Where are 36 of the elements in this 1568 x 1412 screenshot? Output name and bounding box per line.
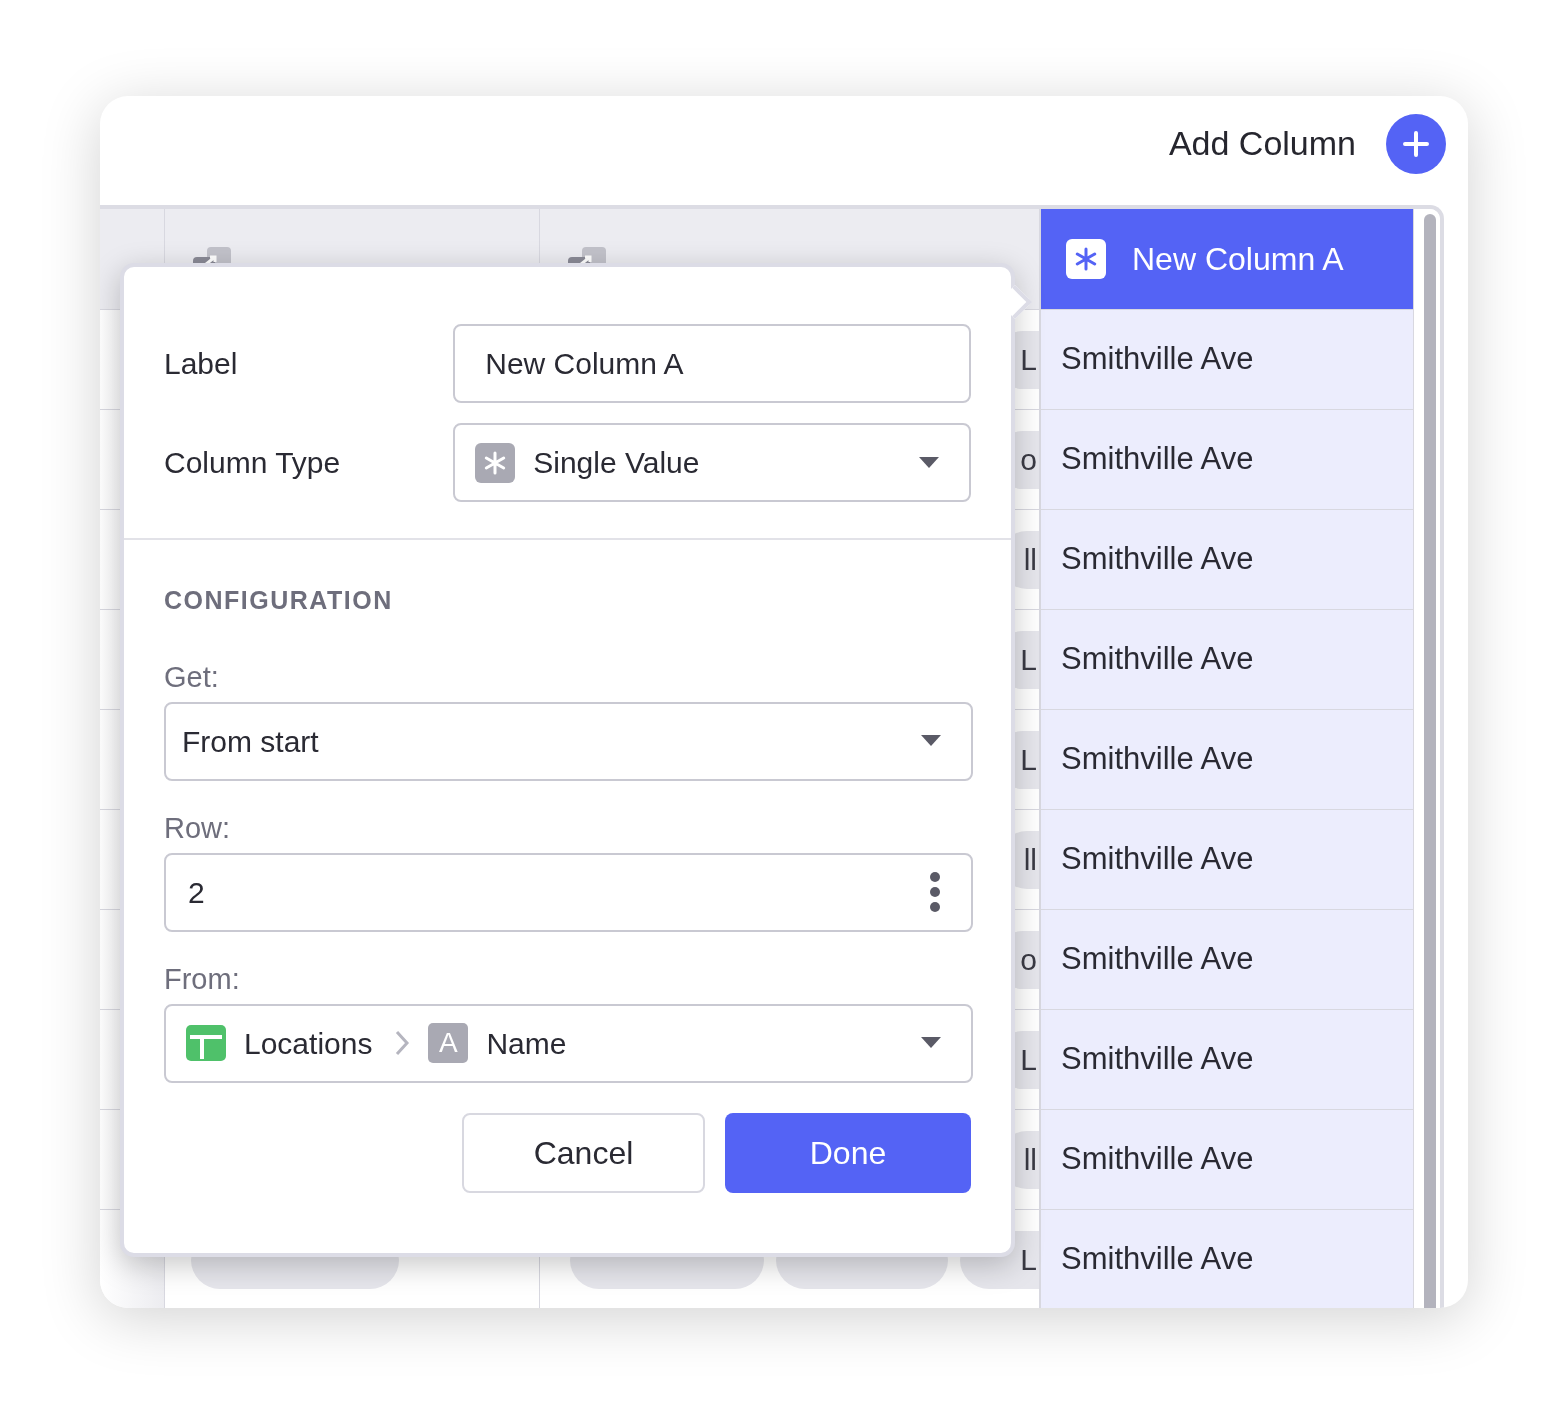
text-type-icon: A bbox=[428, 1023, 469, 1063]
caret-icon bbox=[921, 735, 941, 747]
table-cell-text: Smithville Ave bbox=[1061, 1140, 1254, 1179]
table-cell-text: Smithville Ave bbox=[1061, 440, 1254, 479]
add-column-label: Add Column bbox=[1168, 123, 1356, 164]
dropdown[interactable]: Locations A Name bbox=[164, 1003, 973, 1083]
field-label: Column Type bbox=[164, 445, 342, 481]
table-cell-text: Smithville Ave bbox=[1061, 640, 1254, 679]
caret-icon bbox=[921, 1037, 941, 1049]
input-field[interactable]: New Column A bbox=[453, 324, 971, 403]
field-label: From: bbox=[164, 961, 241, 996]
dropdown[interactable]: From start bbox=[164, 701, 973, 781]
input-field[interactable]: 2 bbox=[164, 852, 973, 932]
table-cell-text: Smithville Ave bbox=[1061, 740, 1254, 779]
cancel-button[interactable]: Cancel bbox=[462, 1112, 705, 1193]
table-cell-text: Smithville Ave bbox=[1061, 940, 1254, 979]
table-icon bbox=[186, 1025, 226, 1061]
scrollbar-thumb[interactable] bbox=[1424, 214, 1436, 1308]
caret-icon bbox=[919, 456, 939, 469]
asterisk-icon bbox=[1066, 239, 1106, 279]
dropdown[interactable]: Single Value bbox=[453, 423, 971, 502]
field-label: Label bbox=[164, 346, 239, 382]
chevron-right-icon bbox=[394, 1029, 411, 1057]
field-label: Get: bbox=[164, 659, 220, 694]
column-header[interactable]: New Column A bbox=[1041, 209, 1413, 310]
table-cell-text: Smithville Ave bbox=[1061, 340, 1254, 379]
done-button[interactable]: Done bbox=[725, 1112, 971, 1193]
table-cell-text: Smithville Ave bbox=[1061, 1240, 1254, 1279]
table-cell-text: Smithville Ave bbox=[1061, 840, 1254, 879]
plus-icon bbox=[1403, 130, 1429, 157]
section-heading: CONFIGURATION bbox=[164, 585, 394, 616]
table-cell-text: Smithville Ave bbox=[1061, 1040, 1254, 1079]
field-label: Row: bbox=[164, 810, 232, 845]
more-icon[interactable] bbox=[929, 871, 941, 913]
asterisk-icon bbox=[475, 442, 516, 483]
table-cell-text: Smithville Ave bbox=[1061, 540, 1254, 579]
